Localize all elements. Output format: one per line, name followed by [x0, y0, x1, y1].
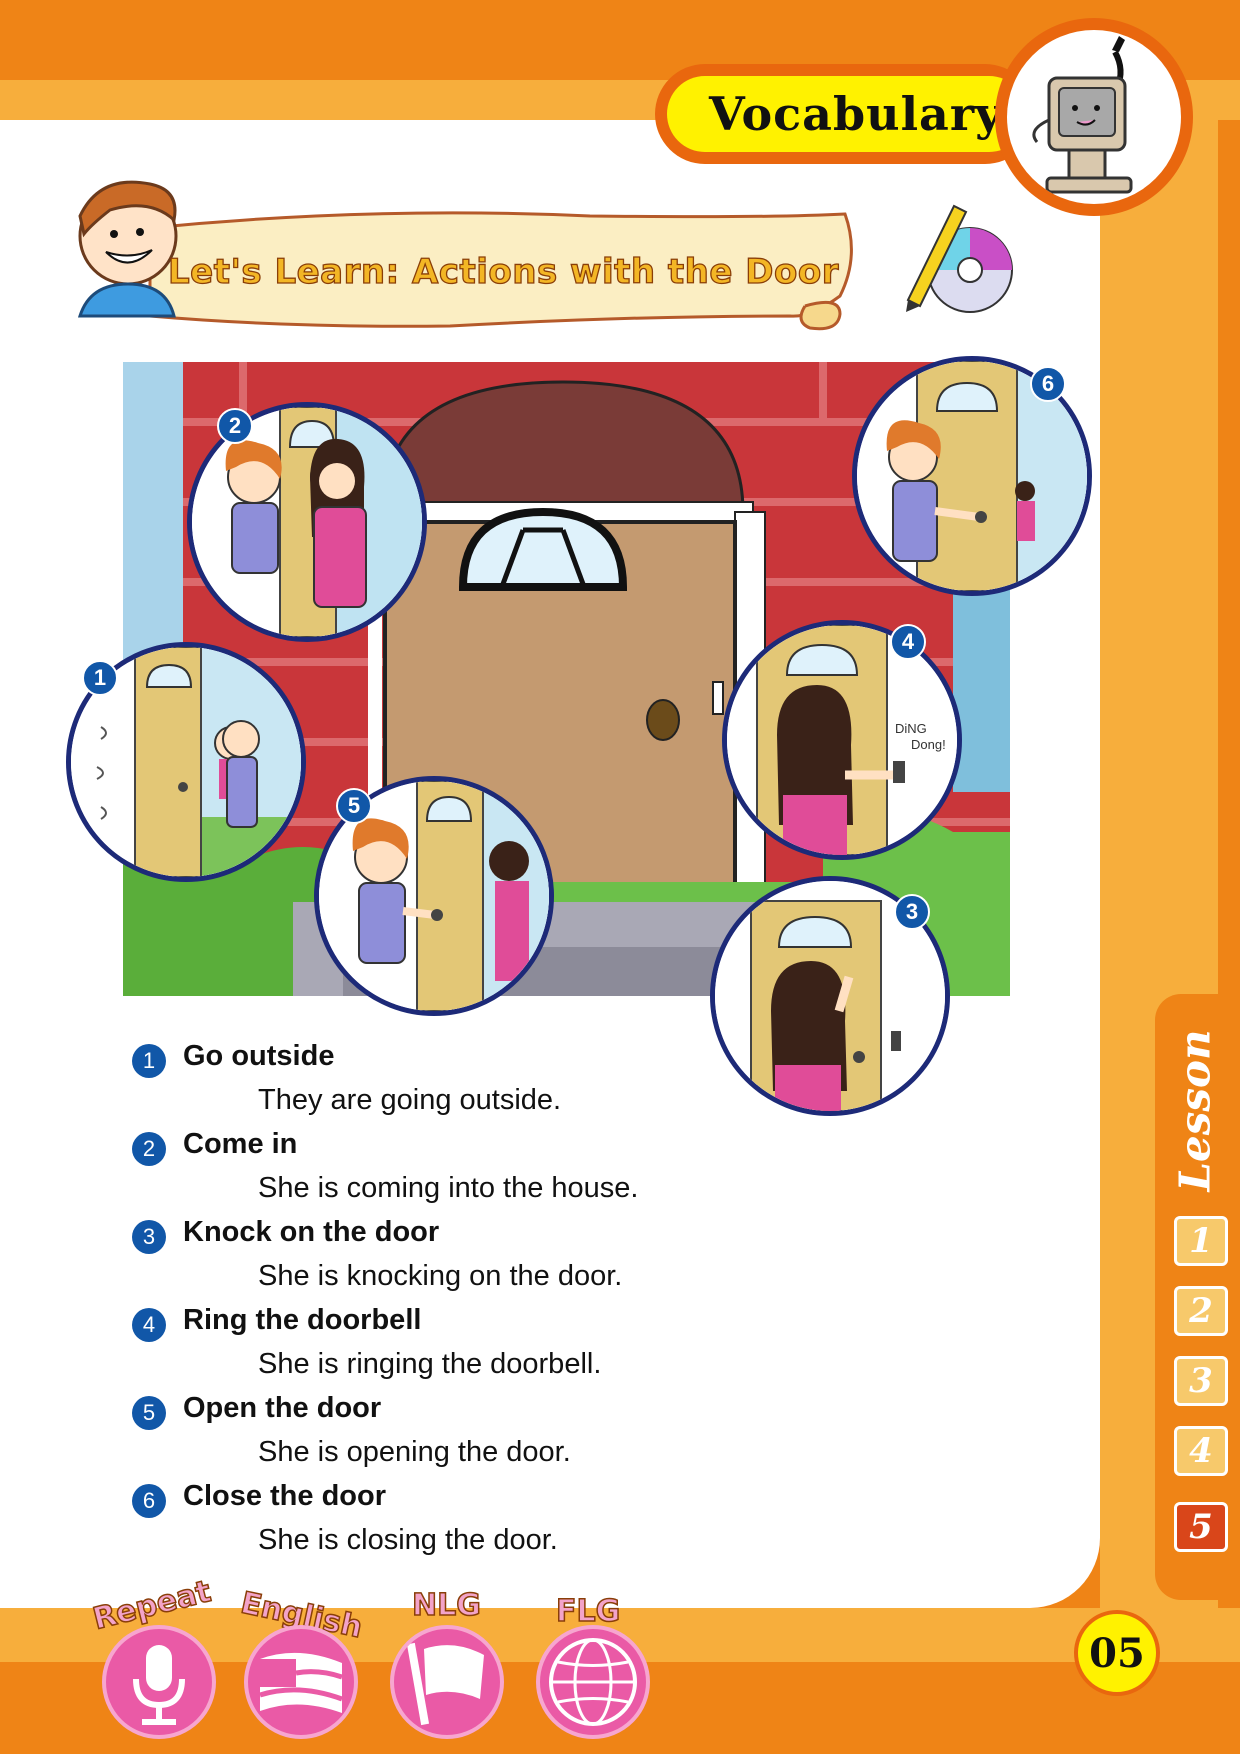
example-sentence: She is ringing the doorbell. — [258, 1348, 602, 1380]
lesson-button-4[interactable]: 4 — [1174, 1426, 1228, 1476]
nlg-flag-button[interactable] — [390, 1625, 504, 1739]
list-item: 2 Come in She is coming into the house. — [132, 1128, 982, 1216]
lesson-label: Lesson — [1170, 1028, 1220, 1192]
example-sentence: She is coming into the house. — [258, 1172, 639, 1204]
example-sentence: She is knocking on the door. — [258, 1260, 623, 1292]
flg-globe-button[interactable] — [536, 1625, 650, 1739]
us-flag-icon — [259, 1652, 343, 1713]
vocab-term: Knock on the door — [183, 1216, 440, 1248]
list-item: 4 Ring the doorbell She is ringing the d… — [132, 1304, 982, 1392]
repeat-microphone-button[interactable] — [102, 1625, 216, 1739]
vocab-term: Close the door — [183, 1480, 387, 1512]
microphone-icon — [133, 1645, 185, 1725]
list-item: 3 Knock on the door She is knocking on t… — [132, 1216, 982, 1304]
flag-icon — [406, 1642, 484, 1726]
example-sentence: They are going outside. — [258, 1084, 562, 1116]
example-sentence: She is opening the door. — [258, 1436, 571, 1468]
item-number: 2 — [132, 1132, 166, 1166]
lesson-button-5[interactable]: 5 — [1174, 1502, 1228, 1552]
section-title: Vocabulary — [709, 87, 1003, 141]
computer-mascot-icon — [995, 18, 1193, 216]
list-item: 1 Go outside They are going outside. — [132, 1040, 982, 1128]
vocab-term: Go outside — [183, 1040, 335, 1072]
item-number: 3 — [132, 1220, 166, 1254]
scene-badge-6: 6 — [1030, 366, 1066, 402]
item-number: 5 — [132, 1396, 166, 1430]
vocab-term: Open the door — [183, 1392, 382, 1424]
list-item: 5 Open the door She is opening the door. — [132, 1392, 982, 1480]
page-number: 05 — [1074, 1610, 1160, 1696]
sound-text-dong: Dong! — [911, 737, 946, 752]
scene-badge-1: 1 — [82, 660, 118, 696]
lesson-button-3[interactable]: 3 — [1174, 1356, 1228, 1406]
sound-text-ding: DiNG — [895, 721, 927, 736]
scene-badge-5: 5 — [336, 788, 372, 824]
flg-label: FLG — [555, 1593, 621, 1630]
english-flag-button[interactable] — [244, 1625, 358, 1739]
vocab-term: Ring the doorbell — [183, 1304, 422, 1336]
example-sentence: She is closing the door. — [258, 1524, 558, 1556]
scene-badge-4: 4 — [890, 624, 926, 660]
item-number: 4 — [132, 1308, 166, 1342]
lesson-button-1[interactable]: 1 — [1174, 1216, 1228, 1266]
scene-badge-3: 3 — [894, 894, 930, 930]
scene-badge-2: 2 — [217, 408, 253, 444]
item-number: 1 — [132, 1044, 166, 1078]
nlg-label: NLG — [411, 1587, 481, 1624]
computer-mascot-drawing — [1032, 36, 1133, 194]
globe-icon — [549, 1638, 637, 1726]
vocab-term: Come in — [183, 1128, 298, 1160]
audio-cd-pen-icon[interactable] — [900, 200, 1018, 318]
list-item: 6 Close the door She is closing the door… — [132, 1480, 982, 1568]
lesson-title: Let's Learn: Actions with the Door — [167, 251, 839, 292]
vocabulary-list: 1 Go outside They are going outside. 2 C… — [132, 1040, 982, 1568]
vignette-ring-doorbell: DiNG Dong! — [722, 620, 962, 860]
section-header: Vocabulary — [655, 64, 1035, 164]
lesson-button-2[interactable]: 2 — [1174, 1286, 1228, 1336]
item-number: 6 — [132, 1484, 166, 1518]
